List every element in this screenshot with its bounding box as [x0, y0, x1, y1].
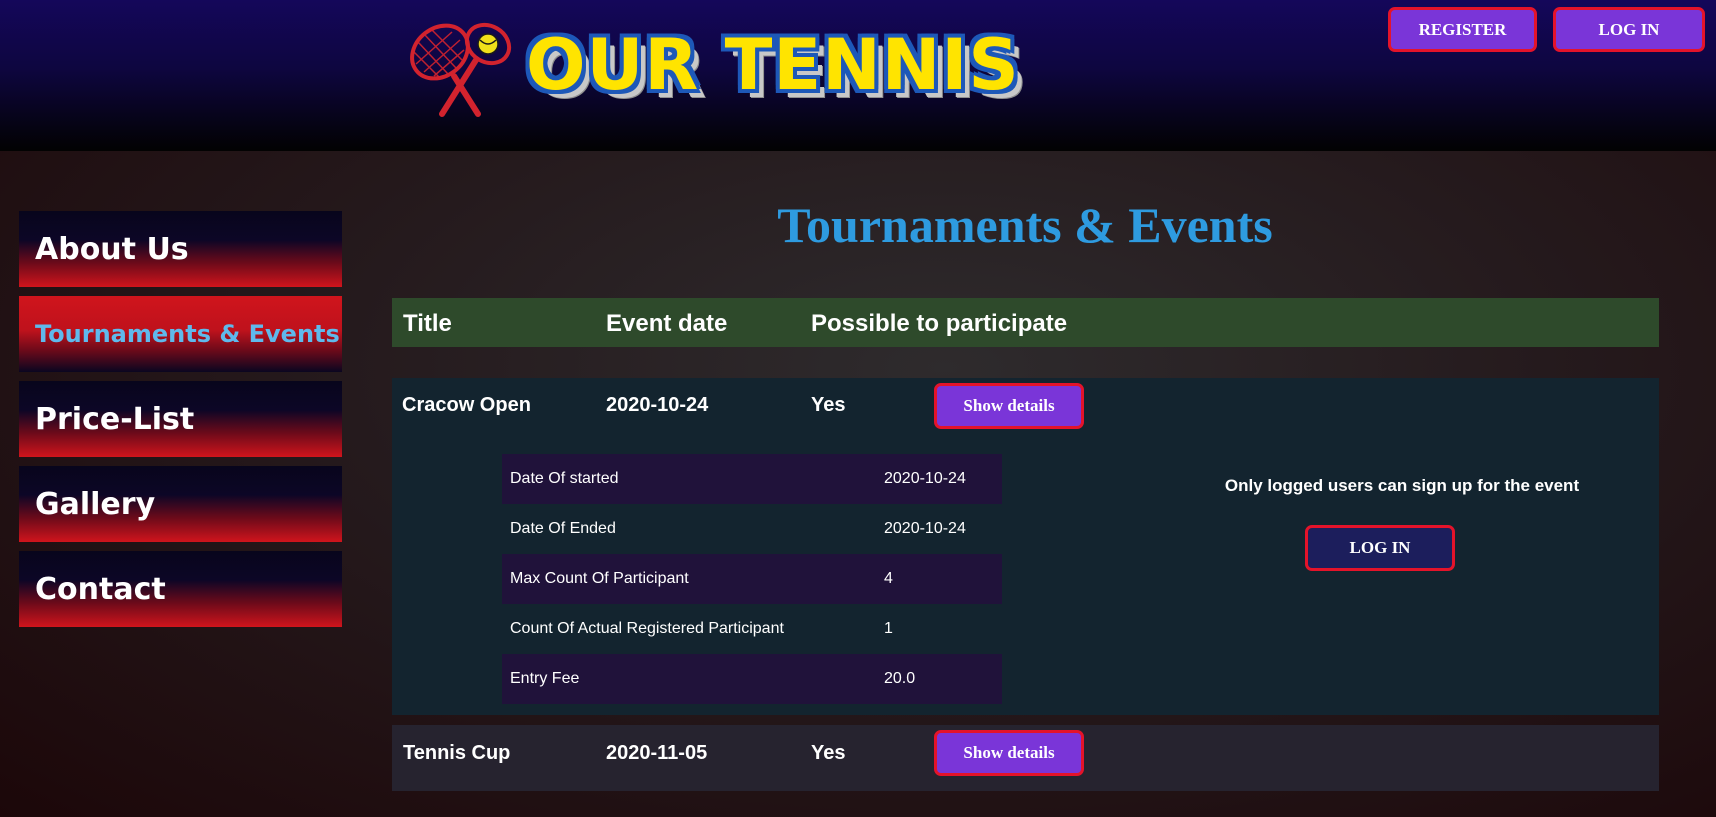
sidebar-item-tournaments-events[interactable]: Tournaments & Events: [19, 296, 342, 372]
details-key: Max Count Of Participant: [510, 570, 689, 587]
event-login-button[interactable]: LOG IN: [1305, 525, 1455, 571]
tennis-rackets-icon: [410, 22, 512, 117]
event-details-table: Date Of started 2020-10-24 Date Of Ended…: [502, 454, 1002, 704]
event-date: 2020-11-05: [606, 742, 708, 764]
event-possible: Yes: [811, 394, 846, 416]
event-title: Tennis Cup: [403, 742, 511, 764]
event-possible: Yes: [811, 742, 846, 764]
details-value: 2020-10-24: [884, 470, 966, 487]
show-details-button[interactable]: Show details: [934, 730, 1084, 776]
sidebar-item-price-list[interactable]: Price-List: [19, 381, 342, 457]
details-value: 20.0: [884, 670, 916, 687]
sidebar-item-contact[interactable]: Contact: [19, 551, 342, 627]
details-row: Date Of Ended 2020-10-24: [502, 504, 1002, 554]
register-button[interactable]: REGISTER: [1388, 7, 1537, 52]
details-row: Date Of started 2020-10-24: [502, 454, 1002, 504]
details-key: Date Of started: [510, 470, 619, 487]
site-header: OUR TENNIS REGISTER LOG IN: [0, 0, 1716, 151]
details-row: Entry Fee 20.0: [502, 654, 1002, 704]
sidebar-item-gallery[interactable]: Gallery: [19, 466, 342, 542]
login-button[interactable]: LOG IN: [1553, 7, 1705, 52]
column-header-event-date: Event date: [606, 310, 728, 337]
details-value: 2020-10-24: [884, 520, 966, 537]
events-table-header: Title Event date Possible to participate: [392, 298, 1659, 347]
details-key: Date Of Ended: [510, 520, 616, 537]
details-value: 1: [884, 620, 893, 637]
details-row: Count Of Actual Registered Participant 1: [502, 604, 1002, 654]
site-logo[interactable]: OUR TENNIS: [402, 18, 1019, 118]
column-header-possible: Possible to participate: [811, 310, 1068, 337]
event-row: Tennis Cup 2020-11-05 Yes Show details: [392, 725, 1659, 791]
details-key: Count Of Actual Registered Participant: [510, 620, 784, 637]
event-title: Cracow Open: [402, 394, 531, 416]
show-details-button[interactable]: Show details: [934, 383, 1084, 429]
login-required-note: Only logged users can sign up for the ev…: [1224, 476, 1580, 495]
event-date: 2020-10-24: [606, 394, 709, 416]
details-value: 4: [884, 570, 893, 587]
sidebar-item-about-us[interactable]: About Us: [19, 211, 342, 287]
event-row: Cracow Open 2020-10-24 Yes Show details …: [392, 378, 1659, 715]
details-row: Max Count Of Participant 4: [502, 554, 1002, 604]
column-header-title: Title: [403, 310, 452, 337]
logo-text: OUR TENNIS: [526, 24, 1020, 106]
page-title: Tournaments & Events: [777, 197, 1273, 253]
details-key: Entry Fee: [510, 670, 580, 687]
